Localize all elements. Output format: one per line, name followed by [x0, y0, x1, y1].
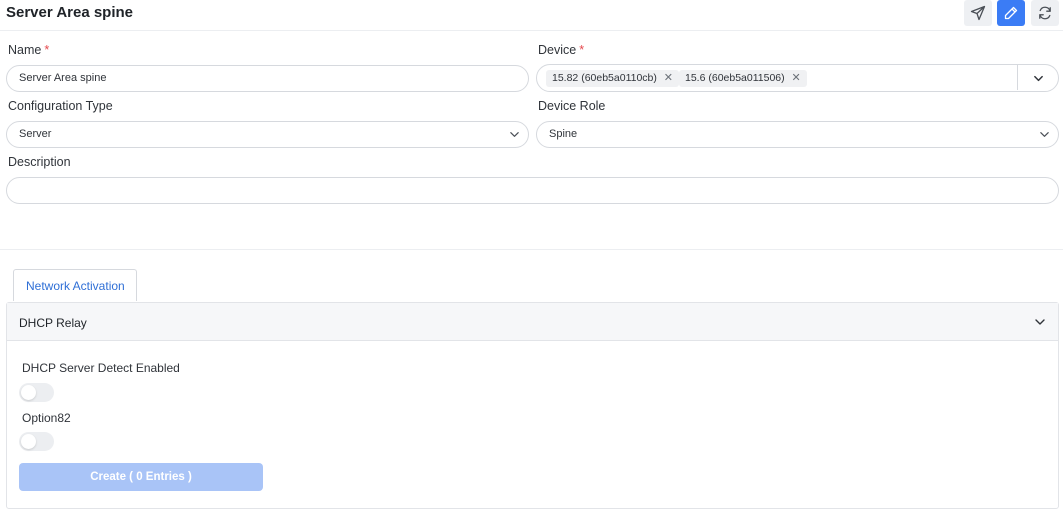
- name-label: Name *: [8, 43, 50, 57]
- device-multiselect[interactable]: 15.82 (60eb5a0110cb) ✕ 15.6 (60eb5a011506…: [536, 64, 1059, 92]
- section-divider: [0, 249, 1063, 250]
- required-mark: *: [579, 43, 585, 57]
- device-label: Device *: [538, 43, 585, 57]
- option82-toggle[interactable]: [19, 432, 54, 451]
- refresh-button[interactable]: [1031, 0, 1059, 26]
- name-input[interactable]: Server Area spine: [6, 65, 529, 92]
- dhcp-relay-header[interactable]: DHCP Relay: [7, 303, 1058, 341]
- required-mark: *: [44, 43, 50, 57]
- page-header: Server Area spine: [0, 0, 1063, 31]
- pencil-icon: [1004, 6, 1018, 20]
- send-button[interactable]: [964, 0, 992, 26]
- device-role-label: Device Role: [538, 99, 606, 113]
- option82-label: Option82: [22, 411, 71, 425]
- remove-tag-icon[interactable]: ✕: [664, 70, 673, 87]
- edit-button[interactable]: [997, 0, 1025, 26]
- create-button[interactable]: Create ( 0 Entries ): [19, 463, 263, 491]
- dhcp-server-detect-label: DHCP Server Detect Enabled: [22, 361, 180, 375]
- configuration-type-value: Server: [19, 128, 52, 140]
- chevron-down-icon: [510, 132, 519, 137]
- device-tag: 15.6 (60eb5a011506) ✕: [679, 70, 807, 87]
- tab-label: Network Activation: [26, 279, 125, 293]
- description-label: Description: [8, 155, 71, 169]
- dhcp-relay-title: DHCP Relay: [19, 316, 87, 330]
- send-icon: [970, 5, 986, 21]
- remove-tag-icon[interactable]: ✕: [791, 70, 800, 87]
- device-role-select[interactable]: Spine: [536, 121, 1059, 148]
- chevron-down-icon: [1035, 319, 1045, 325]
- device-role-value: Spine: [549, 128, 578, 140]
- tab-network-activation[interactable]: Network Activation: [13, 269, 137, 301]
- toggle-knob: [21, 385, 36, 400]
- dhcp-server-detect-toggle[interactable]: [19, 383, 54, 402]
- description-input[interactable]: [6, 177, 1059, 204]
- toggle-knob: [21, 434, 36, 449]
- page-title: Server Area spine: [6, 4, 134, 21]
- divider: [1017, 65, 1018, 90]
- chevron-down-icon[interactable]: [1033, 73, 1044, 84]
- refresh-icon: [1039, 6, 1051, 20]
- chevron-down-icon: [1040, 132, 1049, 137]
- configuration-type-label: Configuration Type: [8, 99, 113, 113]
- name-input-value: Server Area spine: [19, 72, 107, 84]
- device-tag: 15.82 (60eb5a0110cb) ✕: [546, 70, 679, 87]
- configuration-type-select[interactable]: Server: [6, 121, 529, 148]
